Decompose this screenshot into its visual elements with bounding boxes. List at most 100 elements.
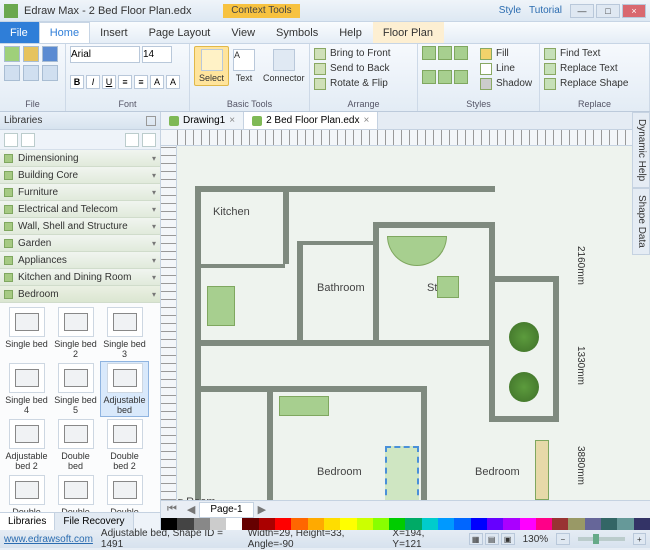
shape-double-bed-5[interactable]: Double bed 5 bbox=[100, 473, 149, 512]
text-tool[interactable]: AText bbox=[229, 46, 259, 86]
view-mode-2[interactable]: ▤ bbox=[485, 533, 499, 545]
page-nav-first[interactable]: ⏮ bbox=[161, 503, 183, 516]
shape-double-bed-2[interactable]: Double bed 2 bbox=[100, 417, 149, 473]
highlight-button[interactable]: A bbox=[166, 75, 180, 89]
maximize-button[interactable]: □ bbox=[596, 4, 620, 18]
color-bar[interactable] bbox=[161, 518, 650, 530]
view-mode-1[interactable]: ▦ bbox=[469, 533, 483, 545]
libcat-dimensioning[interactable]: Dimensioning▾ bbox=[0, 150, 160, 167]
shape-single-bed-2[interactable]: Single bed 2 bbox=[51, 305, 100, 361]
connector-tool[interactable]: Connector bbox=[259, 46, 309, 86]
plant-shape[interactable] bbox=[509, 372, 539, 402]
undo-icon[interactable] bbox=[23, 65, 39, 81]
plant-shape[interactable] bbox=[509, 322, 539, 352]
redo-icon[interactable] bbox=[42, 65, 58, 81]
replace-text[interactable]: Replace Text bbox=[544, 61, 645, 76]
minimize-button[interactable]: — bbox=[570, 4, 594, 18]
print-icon[interactable] bbox=[4, 65, 20, 81]
save-icon[interactable] bbox=[42, 46, 58, 62]
status-url[interactable]: www.edrawsoft.com bbox=[4, 534, 93, 545]
bold-button[interactable]: B bbox=[70, 75, 84, 89]
shape-double-bed[interactable]: Double bed bbox=[51, 417, 100, 473]
libcat-electrical-and-telecom[interactable]: Electrical and Telecom▾ bbox=[0, 201, 160, 218]
rotate-flip[interactable]: Rotate & Flip bbox=[314, 76, 413, 91]
libcat-building-core[interactable]: Building Core▾ bbox=[0, 167, 160, 184]
libcat-wall-shell-and-structure[interactable]: Wall, Shell and Structure▾ bbox=[0, 218, 160, 235]
tab-floor-plan[interactable]: Floor Plan bbox=[373, 22, 444, 43]
zoom-slider[interactable] bbox=[578, 537, 625, 541]
zoom-out[interactable]: − bbox=[556, 533, 569, 545]
shape-single-bed[interactable]: Single bed bbox=[2, 305, 51, 361]
shape-single-bed-4[interactable]: Single bed 4 bbox=[2, 361, 51, 417]
italic-button[interactable]: I bbox=[86, 75, 100, 89]
libcat-furniture[interactable]: Furniture▾ bbox=[0, 184, 160, 201]
doctab-drawing1[interactable]: Drawing1× bbox=[161, 112, 244, 129]
find-text[interactable]: Find Text bbox=[544, 46, 645, 61]
panel-dynamic-help[interactable]: Dynamic Help bbox=[632, 112, 650, 188]
tab-help[interactable]: Help bbox=[329, 22, 373, 43]
furniture-shape[interactable] bbox=[279, 396, 329, 416]
page-tab-1[interactable]: Page-1 bbox=[199, 502, 253, 518]
shadow-button[interactable]: Shadow bbox=[480, 76, 532, 91]
shape-single-bed-3[interactable]: Single bed 3 bbox=[100, 305, 149, 361]
tab-insert[interactable]: Insert bbox=[90, 22, 139, 43]
sofa-shape[interactable] bbox=[387, 236, 447, 266]
shape-adjustable-bed[interactable]: Adjustable bed bbox=[100, 361, 149, 417]
group-file-label: File bbox=[4, 99, 61, 109]
lib-menu-icon[interactable] bbox=[142, 133, 156, 147]
shape-double-bed-4[interactable]: Double bed 4 bbox=[51, 473, 100, 512]
tab-home[interactable]: Home bbox=[39, 22, 90, 43]
group-basic-label: Basic Tools bbox=[194, 99, 305, 109]
style-menu[interactable]: Style bbox=[499, 5, 521, 16]
page-nav-next[interactable]: ▶ bbox=[254, 503, 270, 516]
font-color-button[interactable]: A bbox=[150, 75, 164, 89]
view-mode-3[interactable]: ▣ bbox=[501, 533, 515, 545]
zoom-in[interactable]: + bbox=[633, 533, 646, 545]
line-button[interactable]: Line bbox=[480, 61, 532, 76]
page-nav-prev[interactable]: ◀ bbox=[183, 503, 199, 516]
shape-adjustable-bed-2[interactable]: Adjustable bed 2 bbox=[2, 417, 51, 473]
libcat-bedroom[interactable]: Bedroom▾ bbox=[0, 286, 160, 303]
tab-file[interactable]: File bbox=[0, 22, 39, 43]
send-to-back[interactable]: Send to Back bbox=[314, 61, 413, 76]
close-icon[interactable]: × bbox=[363, 115, 369, 126]
tab-page-layout[interactable]: Page Layout bbox=[139, 22, 222, 43]
bring-to-front[interactable]: Bring to Front bbox=[314, 46, 413, 61]
tab-view[interactable]: View bbox=[221, 22, 266, 43]
align-center-button[interactable]: ≡ bbox=[134, 75, 148, 89]
style-swatches[interactable] bbox=[422, 46, 476, 91]
open-icon[interactable] bbox=[23, 46, 39, 62]
close-icon[interactable]: × bbox=[229, 115, 235, 126]
pin-icon[interactable] bbox=[146, 116, 156, 126]
close-button[interactable]: × bbox=[622, 4, 646, 18]
shape-double-bed-3[interactable]: Double bed 3 bbox=[2, 473, 51, 512]
table-shape[interactable] bbox=[207, 286, 235, 326]
status-position: X=194, Y=121 bbox=[392, 528, 452, 550]
underline-button[interactable]: U bbox=[102, 75, 116, 89]
status-selection: Adjustable bed, Shape ID = 1491 bbox=[101, 528, 240, 550]
libcat-kitchen-and-dining-room[interactable]: Kitchen and Dining Room▾ bbox=[0, 269, 160, 286]
chair-shape[interactable] bbox=[437, 276, 459, 298]
wardrobe-shape[interactable] bbox=[535, 440, 549, 500]
canvas[interactable]: Kitchen Bathroom Study Bedroom Bedroom g… bbox=[177, 146, 650, 500]
libcat-appliances[interactable]: Appliances▾ bbox=[0, 252, 160, 269]
lib-search-icon[interactable] bbox=[21, 133, 35, 147]
font-size-input[interactable] bbox=[142, 46, 172, 63]
fill-button[interactable]: Fill bbox=[480, 46, 532, 61]
font-name-input[interactable] bbox=[70, 46, 140, 63]
lib-home-icon[interactable] bbox=[4, 133, 18, 147]
tutorial-menu[interactable]: Tutorial bbox=[529, 5, 562, 16]
select-tool[interactable]: Select bbox=[194, 46, 229, 86]
new-icon[interactable] bbox=[4, 46, 20, 62]
libtab-libraries[interactable]: Libraries bbox=[0, 513, 55, 530]
tab-symbols[interactable]: Symbols bbox=[266, 22, 329, 43]
libcat-garden[interactable]: Garden▾ bbox=[0, 235, 160, 252]
align-left-button[interactable]: ≡ bbox=[118, 75, 132, 89]
selected-bed-shape[interactable] bbox=[385, 446, 419, 500]
doctab-floorplan[interactable]: 2 Bed Floor Plan.edx× bbox=[244, 112, 378, 129]
context-tools-label: Context Tools bbox=[223, 4, 299, 18]
replace-shape[interactable]: Replace Shape bbox=[544, 76, 645, 91]
panel-shape-data[interactable]: Shape Data bbox=[632, 188, 650, 255]
shape-single-bed-5[interactable]: Single bed 5 bbox=[51, 361, 100, 417]
lib-palette-icon[interactable] bbox=[125, 133, 139, 147]
